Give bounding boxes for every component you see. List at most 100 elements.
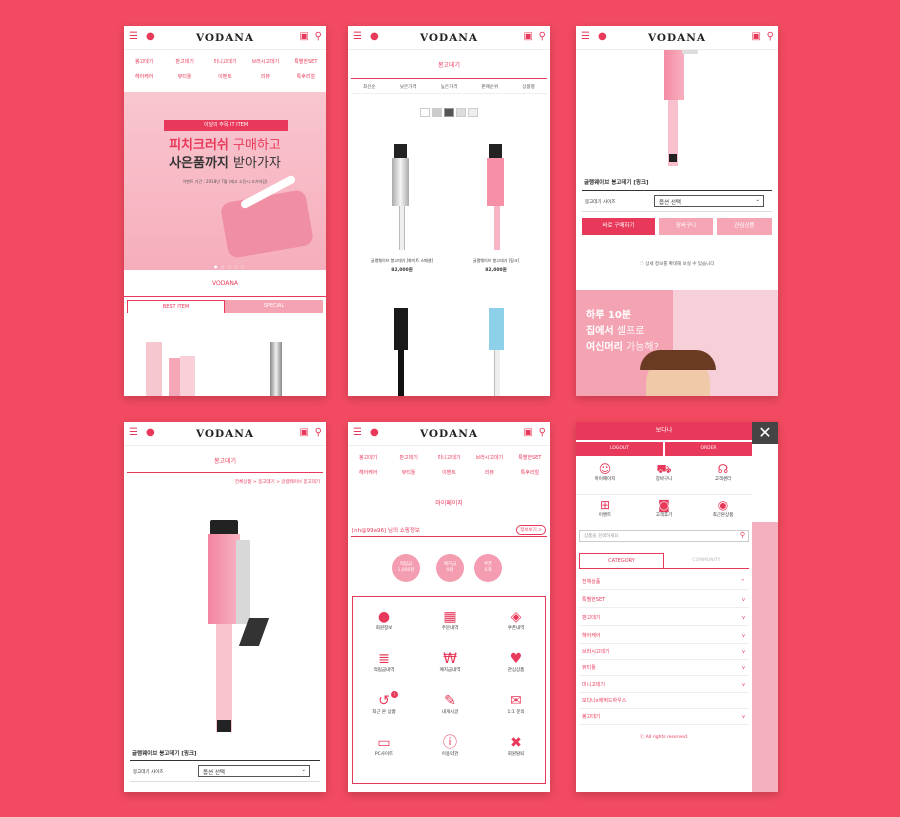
- nav-item[interactable]: 특별한SET: [286, 58, 326, 73]
- nav-item[interactable]: 특별한SET: [510, 454, 550, 469]
- nav-item[interactable]: 판고데기: [388, 454, 428, 469]
- nav-item[interactable]: 특후리얼: [286, 73, 326, 88]
- nav-item[interactable]: 브러시고데기: [245, 58, 285, 73]
- shortcut-recent[interactable]: ◉ 최근본상품: [698, 498, 748, 518]
- buy-now-button[interactable]: 바로 구매하기: [582, 218, 655, 235]
- nav-item[interactable]: 리뷰: [469, 469, 509, 484]
- sort-option[interactable]: 최신순: [363, 82, 375, 93]
- nav-item[interactable]: 뷰티툴: [388, 469, 428, 484]
- category-item[interactable]: 뷰티툴 v: [579, 660, 749, 676]
- nav-item[interactable]: 헤어케어: [124, 73, 164, 88]
- search-icon[interactable]: ⚲: [539, 427, 546, 439]
- search-box[interactable]: 상품을 검색하세요 ⚲: [579, 530, 749, 542]
- search-icon[interactable]: ⚲: [539, 31, 546, 43]
- brand-logo[interactable]: VODANA: [124, 428, 326, 440]
- brand-logo[interactable]: VODANA: [576, 32, 778, 44]
- withdraw-item[interactable]: ✖ 회원탈퇴: [496, 735, 536, 757]
- product-card[interactable]: 글램웨이브 봉고데기 [핑크] 82,000원: [452, 136, 540, 276]
- cart-icon[interactable]: ▣: [300, 427, 309, 439]
- product-thumbnail[interactable]: [146, 342, 162, 396]
- category-item[interactable]: 브러시고데기 v: [579, 644, 749, 660]
- add-to-cart-button[interactable]: 장바구니: [659, 218, 713, 235]
- wishlist-button[interactable]: 관심상품: [717, 218, 772, 235]
- nav-item[interactable]: 미니고데기: [205, 58, 245, 73]
- nav-item[interactable]: 판고데기: [164, 58, 204, 73]
- nav-item[interactable]: 미니고데기: [429, 454, 469, 469]
- nav-item[interactable]: 봉고데기: [348, 454, 388, 469]
- search-icon[interactable]: ⚲: [740, 531, 745, 539]
- nav-item[interactable]: 브러시고데기: [469, 454, 509, 469]
- cart-icon[interactable]: ▣: [524, 31, 533, 43]
- inquiry-item[interactable]: ✉ 1:1 문의: [496, 693, 536, 715]
- brand-logo[interactable]: VODANA: [348, 32, 550, 44]
- grid-3-view-icon[interactable]: [456, 108, 466, 117]
- option-select[interactable]: 옵션 선택 ⌄: [198, 765, 310, 777]
- shortcut-mypage[interactable]: ☺ 마이페이지: [580, 462, 630, 482]
- nav-item[interactable]: 뷰티툴: [164, 73, 204, 88]
- grid-4-view-icon[interactable]: [468, 108, 478, 117]
- product-thumbnail[interactable]: [180, 356, 195, 396]
- carousel-dots[interactable]: ● ○ ○ ○ ○: [214, 264, 246, 269]
- sort-option[interactable]: 낮은가격: [400, 82, 417, 93]
- nav-item[interactable]: 리뷰: [245, 73, 285, 88]
- product-card[interactable]: [358, 308, 446, 396]
- cart-icon[interactable]: ▣: [524, 427, 533, 439]
- view-info-button[interactable]: 정보보기 >: [516, 525, 546, 535]
- shortcut-cart[interactable]: ⛟ 장바구니: [639, 462, 689, 482]
- search-icon[interactable]: ⚲: [315, 31, 322, 43]
- cart-icon[interactable]: ▣: [300, 31, 309, 43]
- tab-category[interactable]: CATEGORY: [579, 553, 664, 569]
- hero-banner[interactable]: 이달의 주목 IT ITEM 피치크러쉬 구매하고 사은품까지 받아가자 이벤트…: [124, 92, 326, 270]
- deposit-circle[interactable]: 예치금 0원: [436, 554, 464, 582]
- brand-logo[interactable]: VODANA: [348, 428, 550, 440]
- points-circle[interactable]: 적립금 1,000원: [392, 554, 420, 582]
- tab-special[interactable]: SPECIAL: [225, 300, 323, 313]
- terms-item[interactable]: ⓘ 이용약관: [430, 735, 470, 757]
- nav-item[interactable]: 특후리얼: [510, 469, 550, 484]
- category-item[interactable]: 전체상품 ^: [579, 574, 749, 590]
- category-item[interactable]: 헤어케어 v: [579, 628, 749, 644]
- list-view-icon[interactable]: [420, 108, 430, 117]
- sort-option[interactable]: 높은가격: [441, 82, 458, 93]
- recent-viewed-item[interactable]: ↺ 최근 본 상품 !: [364, 691, 404, 715]
- nav-item[interactable]: 이벤트: [429, 469, 469, 484]
- cart-icon[interactable]: ▣: [752, 31, 761, 43]
- sort-option[interactable]: 상품평: [522, 82, 534, 93]
- category-item[interactable]: 보다나x에뛰드하우스: [579, 693, 749, 709]
- tab-community[interactable]: COMMUNITY: [664, 553, 749, 569]
- order-button[interactable]: ORDER: [665, 442, 752, 456]
- order-history-item[interactable]: ▦ 주문내역: [430, 609, 470, 631]
- tab-best-item[interactable]: BEST ITEM: [127, 300, 225, 313]
- member-info-item[interactable]: ● 회원정보: [364, 609, 404, 631]
- product-card[interactable]: [452, 308, 540, 396]
- search-icon[interactable]: ⚲: [315, 427, 322, 439]
- sort-option[interactable]: 판매순위: [482, 82, 499, 93]
- category-item[interactable]: 미니고데기 v: [579, 677, 749, 693]
- shortcut-customer-center[interactable]: ☊ 고객센터: [698, 462, 748, 482]
- breadcrumb[interactable]: 전체상품 > 봉고데기 > 글램웨이브 봉고데기: [235, 479, 320, 485]
- coupon-history-item[interactable]: ◈ 쿠폰내역: [496, 609, 536, 631]
- option-select[interactable]: 옵션 선택 ⌄: [654, 195, 764, 207]
- nav-item[interactable]: 이벤트: [205, 73, 245, 88]
- deposit-history-item[interactable]: ₩ 예치금내역: [430, 651, 470, 673]
- brand-logo[interactable]: VODANA: [124, 32, 326, 44]
- grid-2-view-icon[interactable]: [444, 108, 454, 117]
- category-item[interactable]: 봉고데기 v: [579, 709, 749, 725]
- single-view-icon[interactable]: [432, 108, 442, 117]
- category-item[interactable]: 특별한SET v: [579, 592, 749, 608]
- product-card[interactable]: 글램웨이브 봉고데기 [화이트 스페셜] 82,000원: [358, 136, 446, 276]
- pc-site-item[interactable]: ▭ PC사이트: [364, 735, 404, 757]
- points-history-item[interactable]: ≣ 적립금내역: [364, 651, 404, 673]
- search-input[interactable]: 상품을 검색하세요: [584, 533, 619, 539]
- coupon-circle[interactable]: 쿠폰 0개: [474, 554, 502, 582]
- nav-item[interactable]: 헤어케어: [348, 469, 388, 484]
- search-icon[interactable]: ⚲: [767, 31, 774, 43]
- category-item[interactable]: 판고데기 v: [579, 610, 749, 626]
- product-thumbnail[interactable]: [270, 342, 282, 396]
- logout-button[interactable]: LOGOUT: [576, 442, 663, 456]
- nav-item[interactable]: 봉고데기: [124, 58, 164, 73]
- shortcut-reviews[interactable]: ◙ 고객후기: [639, 498, 689, 518]
- shortcut-event[interactable]: ⊞ 이벤트: [580, 498, 630, 518]
- wishlist-item[interactable]: ♥ 관심상품: [496, 651, 536, 673]
- close-button[interactable]: ✕: [752, 422, 778, 444]
